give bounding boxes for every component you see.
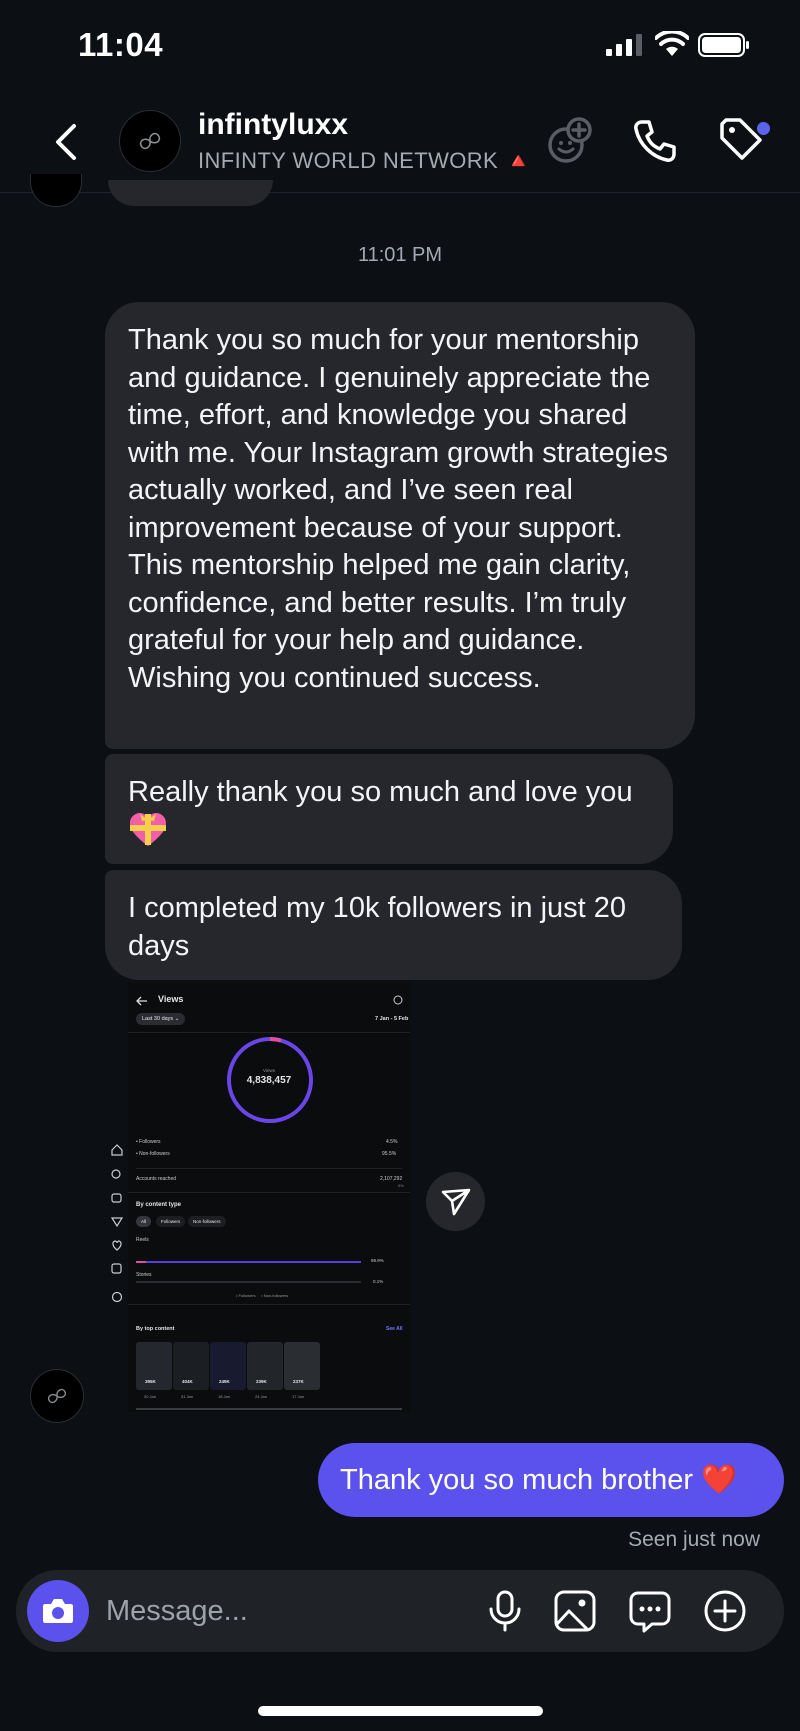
forward-button[interactable] [426, 1172, 485, 1231]
message-text: Thank you so much brother ❤️ [340, 1464, 738, 1496]
thumb-date: 18 Jan [218, 1394, 231, 1399]
notification-dot [755, 120, 772, 137]
thumb-date: 30 Jan [144, 1394, 157, 1399]
date-range-chip: Last 30 days ⌄ [136, 1013, 186, 1025]
shared-screenshot[interactable]: Views Last 30 days ⌄ 7 Jan - 5 Feb Views… [128, 982, 410, 1412]
donut-label: Views [263, 1068, 275, 1073]
seen-status: Seen just now [628, 1528, 760, 1551]
avatar[interactable] [119, 110, 181, 172]
followers-label: • Followers [136, 1139, 161, 1145]
thumb-views: 249K [219, 1379, 230, 1384]
message-bubble-partial[interactable] [108, 180, 273, 206]
chip-nonfollowers: Non-followers [188, 1216, 226, 1227]
send-icon [441, 1188, 471, 1216]
thumb-views: 237K [293, 1379, 304, 1384]
back-icon [136, 996, 147, 1006]
back-icon[interactable] [48, 118, 84, 166]
infinity-logo-icon [47, 1388, 67, 1404]
contact-subtitle: INFINTY WORLD NETWORK 🔺 [198, 148, 533, 173]
reels-label: Reels [136, 1237, 149, 1243]
accounts-change: 0% [398, 1183, 404, 1188]
chart-legend: • Followers • Non-followers [236, 1293, 289, 1298]
outgoing-message[interactable]: Thank you so much brother ❤️ [318, 1443, 784, 1517]
thumb-date: 17 Jan [292, 1394, 305, 1399]
screenshot-sidebar-icons [110, 1144, 124, 1302]
effects-icon[interactable] [545, 116, 595, 166]
nonfollowers-label: • Non-followers [136, 1151, 170, 1157]
accounts-label: Accounts reached [136, 1176, 177, 1182]
chip-followers: Followers [156, 1216, 186, 1227]
home-indicator[interactable] [258, 1706, 543, 1716]
contact-name[interactable]: infintyluxx [198, 108, 348, 142]
status-time: 11:04 [78, 26, 164, 63]
message-input[interactable]: Message... [106, 1595, 248, 1628]
gift-heart-icon [130, 812, 166, 846]
infinity-logo-icon [139, 132, 161, 150]
thumb-views: 404K [182, 1379, 193, 1384]
date-range: 7 Jan - 5 Feb [375, 1016, 409, 1022]
total-views: 4,838,457 [246, 1075, 292, 1086]
phone-icon[interactable] [630, 116, 680, 166]
thumb-views: 395K [145, 1379, 156, 1384]
chip-all: All [136, 1216, 152, 1227]
content-type-title: By content type [136, 1202, 182, 1208]
signal-icon [606, 34, 642, 56]
avatar[interactable] [30, 1369, 84, 1423]
stories-label: Stories [136, 1272, 152, 1278]
camera-button[interactable] [27, 1580, 89, 1642]
avatar [30, 174, 82, 207]
message-text: Thank you so much for your mentorship an… [128, 324, 668, 694]
battery-icon [698, 33, 749, 57]
add-icon[interactable] [703, 1589, 747, 1633]
incoming-message[interactable]: I completed my 10k followers in just 20 … [105, 870, 682, 980]
thumb-date: 24 Jan [255, 1394, 268, 1399]
wifi-icon [655, 31, 689, 56]
incoming-message[interactable]: Really thank you so much and love you [105, 754, 673, 864]
stories-pct: 0.1% [373, 1279, 384, 1284]
message-text: I completed my 10k followers in just 20 … [128, 892, 627, 962]
camera-icon [43, 1599, 73, 1623]
see-all-link: See All [386, 1326, 403, 1332]
insights-title: Views [158, 994, 184, 1004]
clock-icon [393, 995, 403, 1005]
thumb-views: 239K [256, 1379, 267, 1384]
followers-pct: 4.5% [386, 1139, 398, 1145]
microphone-icon[interactable] [483, 1589, 527, 1633]
incoming-message[interactable]: Thank you so much for your mentorship an… [105, 302, 695, 749]
reels-pct: 99.9% [371, 1258, 384, 1263]
top-content-title: By top content [136, 1326, 175, 1332]
accounts-value: 2,107,292 [380, 1176, 403, 1182]
thumb-date: 31 Jan [181, 1394, 194, 1399]
nonfollowers-pct: 95.5% [382, 1151, 397, 1157]
sticker-chat-icon[interactable] [628, 1589, 672, 1633]
message-text: Really thank you so much and love you [128, 776, 633, 808]
timestamp-divider: 11:01 PM [357, 244, 443, 266]
gallery-icon[interactable] [553, 1589, 597, 1633]
